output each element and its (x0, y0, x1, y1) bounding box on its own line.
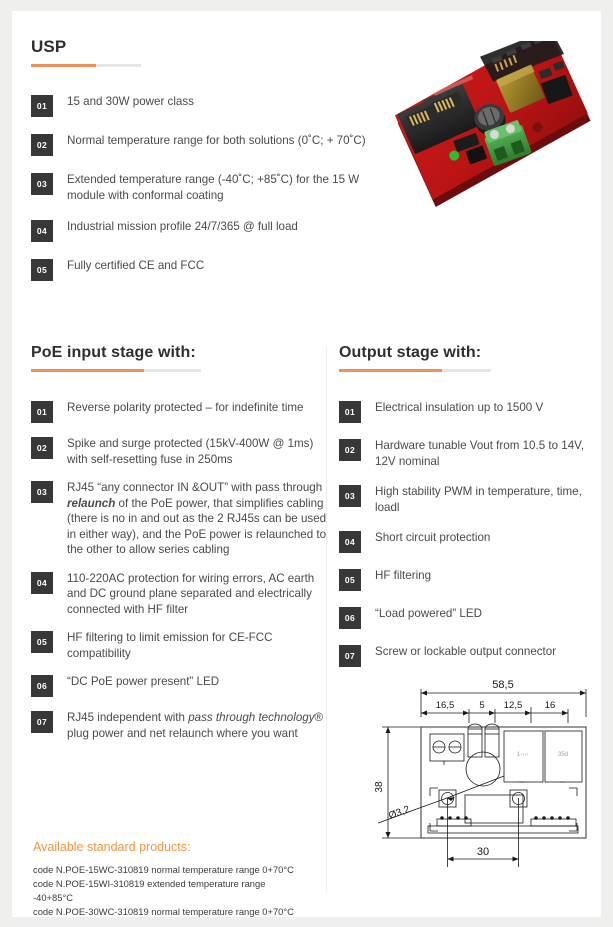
list-item: 05 Fully certified CE and FCC (31, 258, 376, 281)
list-item: 02 Spike and surge protected (15kV-400W @… (31, 436, 331, 467)
component-label-left: 1∩∩ (517, 752, 529, 758)
item-number-badge: 06 (31, 675, 53, 697)
list-item: 01 Reverse polarity protected – for indef… (31, 400, 331, 423)
item-text: Extended temperature range (-40˚C; +85˚C… (67, 173, 360, 202)
item-number-badge: 04 (31, 220, 53, 242)
list-item: 03 Extended temperature range (-40˚C; +85… (31, 172, 376, 203)
item-text: Spike and surge protected (15kV-400W @ 1… (67, 437, 314, 466)
item-text: Hardware tunable Vout from 10.5 to 14V, … (375, 439, 585, 468)
item-number-badge: 05 (339, 569, 361, 591)
dim-overall-width: 58,5 (492, 679, 513, 691)
available-products-lines: code N.POE-15WC-310819 normal temperatur… (33, 863, 363, 917)
list-item: 07 Screw or lockable output connector (339, 644, 601, 667)
item-number-badge: 02 (31, 134, 53, 156)
dim-height-38: 38 (374, 781, 385, 793)
item-text: Electrical insulation up to 1500 V (375, 401, 544, 414)
list-item: 03 High stability PWM in temperature, tim… (339, 484, 601, 515)
item-number-badge: 03 (31, 481, 53, 503)
item-number-badge: 03 (339, 485, 361, 507)
usp-title-underline (31, 64, 141, 67)
usp-list: 01 15 and 30W power class 02 Normal tempera… (31, 94, 376, 281)
item-text: 15 and 30W power class (67, 95, 194, 108)
dim-12-5: 12,5 (504, 700, 523, 711)
list-item: 03 RJ45 “any connector IN &OUT” with pass… (31, 480, 331, 558)
output-list: 01 Electrical insulation up to 1500 V 02 Ha… (339, 400, 601, 667)
product-code-line: code N.POE-15WC-310819 normal temperatur… (33, 864, 294, 875)
pcb-photo-svg (394, 28, 591, 207)
item-number-badge: 01 (31, 95, 53, 117)
output-title-underline (339, 369, 491, 372)
product-code-line: code N.POE-30WC-310819 normal temperatur… (33, 906, 294, 917)
poe-input-title: PoE input stage with: (31, 344, 196, 361)
item-number-badge: 03 (31, 173, 53, 195)
item-text: Short circuit protection (375, 531, 491, 544)
list-item: 02 Hardware tunable Vout from 10.5 to 14V… (339, 438, 601, 469)
item-text: Screw or lockable output connector (375, 645, 557, 658)
usp-section: USP 01 15 and 30W power class 02 Normal tem… (31, 37, 376, 297)
dim-5: 5 (479, 700, 484, 711)
product-code-line: -40+85°C (33, 892, 73, 903)
item-number-badge: 05 (31, 259, 53, 281)
available-products-section: Available standard products: code N.POE-… (33, 840, 363, 917)
item-number-badge: 02 (339, 439, 361, 461)
emphasis-text: relaunch (67, 496, 116, 510)
output-title: Output stage with: (339, 344, 482, 361)
dim-16-5: 16,5 (436, 700, 455, 711)
dim-16: 16 (545, 700, 556, 711)
output-stage-section: Output stage with: 01 Electrical insulati… (339, 344, 601, 682)
dim-hole-diameter: Ø3,2 (387, 804, 412, 822)
datasheet-page: USP 01 15 and 30W power class 02 Normal tem… (12, 11, 601, 917)
item-number-badge: 07 (31, 711, 53, 733)
emphasis-text: pass through technology (188, 711, 315, 724)
item-text: RJ45 “any connector IN &OUT” with pass t… (67, 481, 327, 556)
item-text: Normal temperature range for both soluti… (67, 134, 366, 147)
item-number-badge: 06 (339, 607, 361, 629)
list-item: 05 HF filtering to limit emission for CE-… (31, 630, 331, 661)
item-text: Reverse polarity protected – for indefin… (67, 401, 304, 414)
list-item: 02 Normal temperature range for both solu… (31, 133, 376, 156)
list-item: 04 Industrial mission profile 24/7/365 @ … (31, 219, 376, 242)
dim-bottom-30: 30 (477, 846, 489, 858)
item-text: “Load powered” LED (375, 607, 482, 620)
list-item: 06 “DC PoE power present” LED (31, 674, 331, 697)
list-item: 06 “Load powered” LED (339, 606, 601, 629)
available-products-title: Available standard products: (33, 840, 191, 854)
item-text: RJ45 independent with pass through techn… (67, 711, 324, 740)
usp-title: USP (31, 37, 67, 56)
item-number-badge: 04 (339, 531, 361, 553)
item-text: 110-220AC protection for wiring errors, … (67, 571, 315, 616)
item-text: HF filtering (375, 569, 432, 582)
item-text: Fully certified CE and FCC (67, 259, 205, 272)
drawing-svg: 58,5 16,5 5 12,5 16 38 Ø3,2 30 1∩∩ 35d (374, 679, 587, 867)
item-number-badge: 05 (31, 631, 53, 653)
list-item: 07 RJ45 independent with pass through tec… (31, 710, 331, 741)
item-text: High stability PWM in temperature, time,… (375, 485, 582, 514)
list-item: 05 HF filtering (339, 568, 601, 591)
list-item: 04 110-220AC protection for wiring errors… (31, 571, 331, 618)
mechanical-dimension-drawing: 58,5 16,5 5 12,5 16 38 Ø3,2 30 1∩∩ 35d (364, 671, 601, 871)
item-number-badge: 01 (339, 401, 361, 423)
item-text: “DC PoE power present” LED (67, 675, 220, 688)
item-text: Industrial mission profile 24/7/365 @ fu… (67, 220, 298, 233)
item-text: HF filtering to limit emission for CE-FC… (67, 631, 273, 660)
item-number-badge: 07 (339, 645, 361, 667)
item-number-badge: 02 (31, 437, 53, 459)
list-item: 01 Electrical insulation up to 1500 V (339, 400, 601, 423)
component-label-right: 35d (558, 752, 568, 758)
poe-module-pcb-photo (390, 28, 601, 241)
poe-input-list: 01 Reverse polarity protected – for indef… (31, 400, 331, 741)
poe-input-stage-section: PoE input stage with: 01 Reverse polarity… (31, 344, 331, 754)
list-item: 01 15 and 30W power class (31, 94, 376, 117)
list-item: 04 Short circuit protection (339, 530, 601, 553)
item-number-badge: 04 (31, 571, 53, 594)
poe-input-title-underline (31, 369, 201, 372)
item-number-badge: 01 (31, 401, 53, 423)
product-code-line: code N.POE-15WI-310819 extended temperat… (33, 878, 266, 889)
